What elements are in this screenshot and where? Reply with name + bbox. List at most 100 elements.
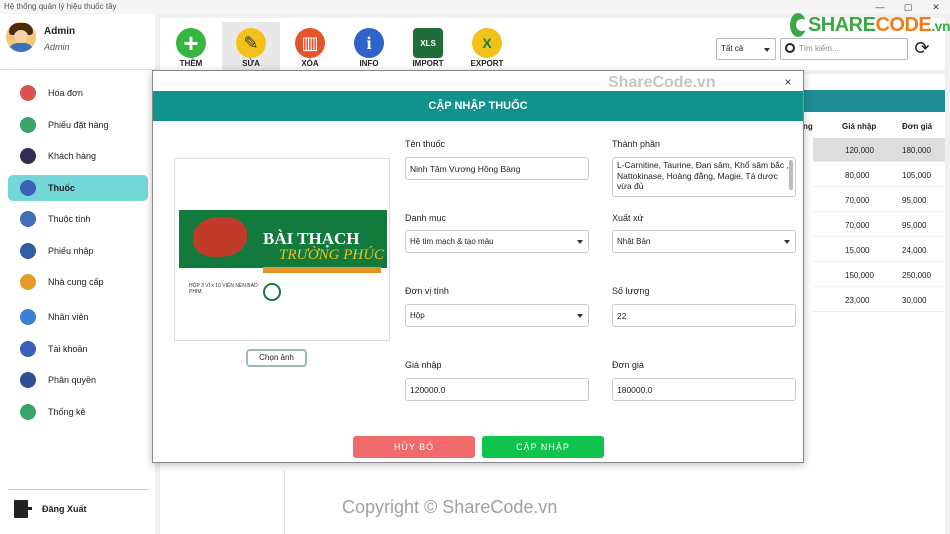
sidebar-divider [0, 69, 155, 70]
don-vi-tinh-select[interactable]: Hộp [405, 304, 589, 327]
cell-gia-nhap: 150,000 [845, 271, 874, 280]
sidebar-item-label: Phiếu nhập [48, 245, 94, 256]
cell-gia-nhap: 80,000 [845, 171, 870, 180]
thanh-phan-label: Thành phần [612, 139, 661, 149]
gia-nhap-field[interactable]: 120000.0 [405, 378, 589, 401]
delete-icon: ▥ [295, 28, 325, 58]
logout-label: Đăng Xuất [42, 504, 87, 514]
product-image-title: BÀI THẠCH [263, 229, 360, 248]
sidebar-item-phieu-nhap[interactable]: Phiếu nhập [8, 238, 148, 264]
chevron-down-icon [764, 48, 770, 52]
avatar [6, 22, 36, 52]
product-image-frame: BÀI THẠCH TRƯỜNG PHÚC HỘP 3 VỈ x 10 VIÊN… [174, 158, 390, 341]
don-vi-tinh-value: Hộp [410, 311, 425, 320]
search-icon [785, 43, 795, 53]
don-gia-field[interactable]: 180000.0 [612, 378, 796, 401]
chevron-down-icon [577, 314, 583, 318]
textarea-scrollbar[interactable] [789, 160, 793, 190]
sidebar-item-nha-cung-cap[interactable]: Nhà cung cấp [8, 269, 148, 295]
cell-don-gia: 24,000 [902, 246, 927, 255]
attribute-icon [20, 211, 36, 227]
so-luong-field[interactable]: 22 [612, 304, 796, 327]
window-title: Hệ thống quản lý hiệu thuốc tây [4, 2, 117, 11]
sidebar-item-thong-ke[interactable]: Thống kê [8, 399, 148, 425]
table-row[interactable]: 70,000 95,000 [813, 213, 945, 237]
cell-gia-nhap: 15,000 [845, 246, 870, 255]
gia-nhap-label: Giá nhập [405, 360, 442, 370]
choose-image-button[interactable]: Chọn ảnh [246, 349, 307, 367]
so-luong-label: Số lượng [612, 286, 650, 296]
sidebar-item-label: Nhân viên [48, 312, 89, 322]
cell-gia-nhap: 23,000 [845, 296, 870, 305]
search-input[interactable]: Tìm kiếm... [780, 38, 908, 60]
table-row[interactable]: 23,000 30,000 [813, 288, 945, 312]
import-button[interactable]: XLS IMPORT [399, 22, 457, 72]
don-vi-tinh-label: Đơn vị tính [405, 286, 449, 296]
sidebar-item-nhan-vien[interactable]: Nhân viên [8, 304, 148, 330]
edit-icon: ✎ [236, 28, 266, 58]
cancel-button[interactable]: HỦY BỎ [353, 436, 475, 458]
sidebar-item-phieu-dat-hang[interactable]: Phiếu đặt hàng [8, 112, 148, 138]
thanh-phan-field[interactable]: L-Carnitine, Taurine, Đan sâm, Khổ sâm b… [612, 157, 796, 197]
delete-button[interactable]: ▥ XÓA [281, 22, 339, 72]
logo-part2: CODE [875, 13, 932, 36]
statistics-icon [20, 403, 36, 420]
sidebar-item-phan-quyen[interactable]: Phân quyền [8, 367, 148, 393]
sidebar-item-label: Hóa đơn [48, 88, 83, 98]
sidebar-item-tai-khoan[interactable]: Tài khoản [8, 336, 148, 362]
watermark-top: ShareCode.vn [608, 74, 716, 91]
sidebar: Admin Admin Hóa đơn Phiếu đặt hàng Khách… [0, 14, 155, 534]
sidebar-item-label: Thuốc [48, 182, 75, 193]
sidebar-item-thuoc-tinh[interactable]: Thuộc tính [8, 206, 148, 232]
ten-thuoc-label: Tên thuốc [405, 139, 446, 149]
table-row[interactable]: 150,000 250,000 [813, 263, 945, 287]
ten-thuoc-field[interactable]: Ninh Tâm Vương Hồng Bàng [405, 157, 589, 180]
sidebar-item-label: Nhà cung cấp [48, 277, 104, 287]
account-icon [20, 340, 36, 357]
product-image: BÀI THẠCH TRƯỜNG PHÚC HỘP 3 VỈ x 10 VIÊN… [179, 195, 387, 307]
employee-icon [20, 309, 36, 325]
invoice-icon [20, 85, 36, 101]
xuat-xu-select[interactable]: Nhật Bản [612, 230, 796, 253]
column-header-gia-nhap: Giá nhập [842, 122, 877, 131]
table-row[interactable]: 15,000 24,000 [813, 238, 945, 262]
update-medicine-dialog: × CẬP NHẬP THUỐC BÀI THẠCH TRƯỜNG PHÚC H… [152, 70, 804, 463]
export-button[interactable]: X EXPORT [458, 22, 516, 72]
chevron-down-icon [784, 240, 790, 244]
cell-don-gia: 250,000 [902, 271, 931, 280]
add-button[interactable]: + THÊM [162, 22, 220, 72]
pill-icon [20, 179, 36, 196]
refresh-icon[interactable]: ⟳ [912, 38, 932, 58]
profile-role: Admin [44, 42, 70, 52]
table-header-bar [803, 90, 945, 112]
cell-don-gia: 95,000 [902, 196, 927, 205]
sidebar-menu: Hóa đơn Phiếu đặt hàng Khách hàng Thuốc … [8, 80, 148, 430]
sidebar-item-khach-hang[interactable]: Khách hàng [8, 143, 148, 169]
table-row[interactable]: 70,000 95,000 [813, 188, 945, 212]
product-brand-logo [263, 283, 281, 301]
info-button[interactable]: i INFO [340, 22, 398, 72]
chevron-down-icon [577, 240, 583, 244]
cell-gia-nhap: 70,000 [845, 221, 870, 230]
xuat-xu-value: Nhật Bản [617, 237, 651, 246]
danh-muc-select[interactable]: Hệ tim mạch & tạo máu [405, 230, 589, 253]
info-button-label: INFO [359, 59, 379, 68]
sidebar-item-label: Thuộc tính [48, 214, 91, 224]
sidebar-item-label: Khách hàng [48, 151, 97, 161]
update-button[interactable]: CẬP NHẬP [482, 436, 604, 458]
sidebar-item-thuoc[interactable]: Thuốc [8, 174, 148, 201]
table-row[interactable]: 120,000 180,000 [813, 138, 945, 162]
watermark-bottom: Copyright © ShareCode.vn [342, 497, 558, 517]
filter-select[interactable]: Tất cả [716, 38, 776, 60]
customer-icon [20, 148, 36, 164]
order-form-icon [20, 116, 36, 133]
sidebar-item-label: Thống kê [48, 406, 86, 417]
sidebar-item-hoa-don[interactable]: Hóa đơn [8, 80, 148, 106]
filter-value: Tất cả [721, 44, 744, 53]
table-row[interactable]: 80,000 105,000 [813, 163, 945, 187]
logout-button[interactable]: Đăng Xuất [14, 500, 87, 518]
close-dialog-button[interactable]: × [781, 75, 795, 89]
delete-button-label: XÓA [301, 59, 319, 68]
edit-button[interactable]: ✎ SỬA [222, 22, 280, 72]
cell-gia-nhap: 70,000 [845, 196, 870, 205]
